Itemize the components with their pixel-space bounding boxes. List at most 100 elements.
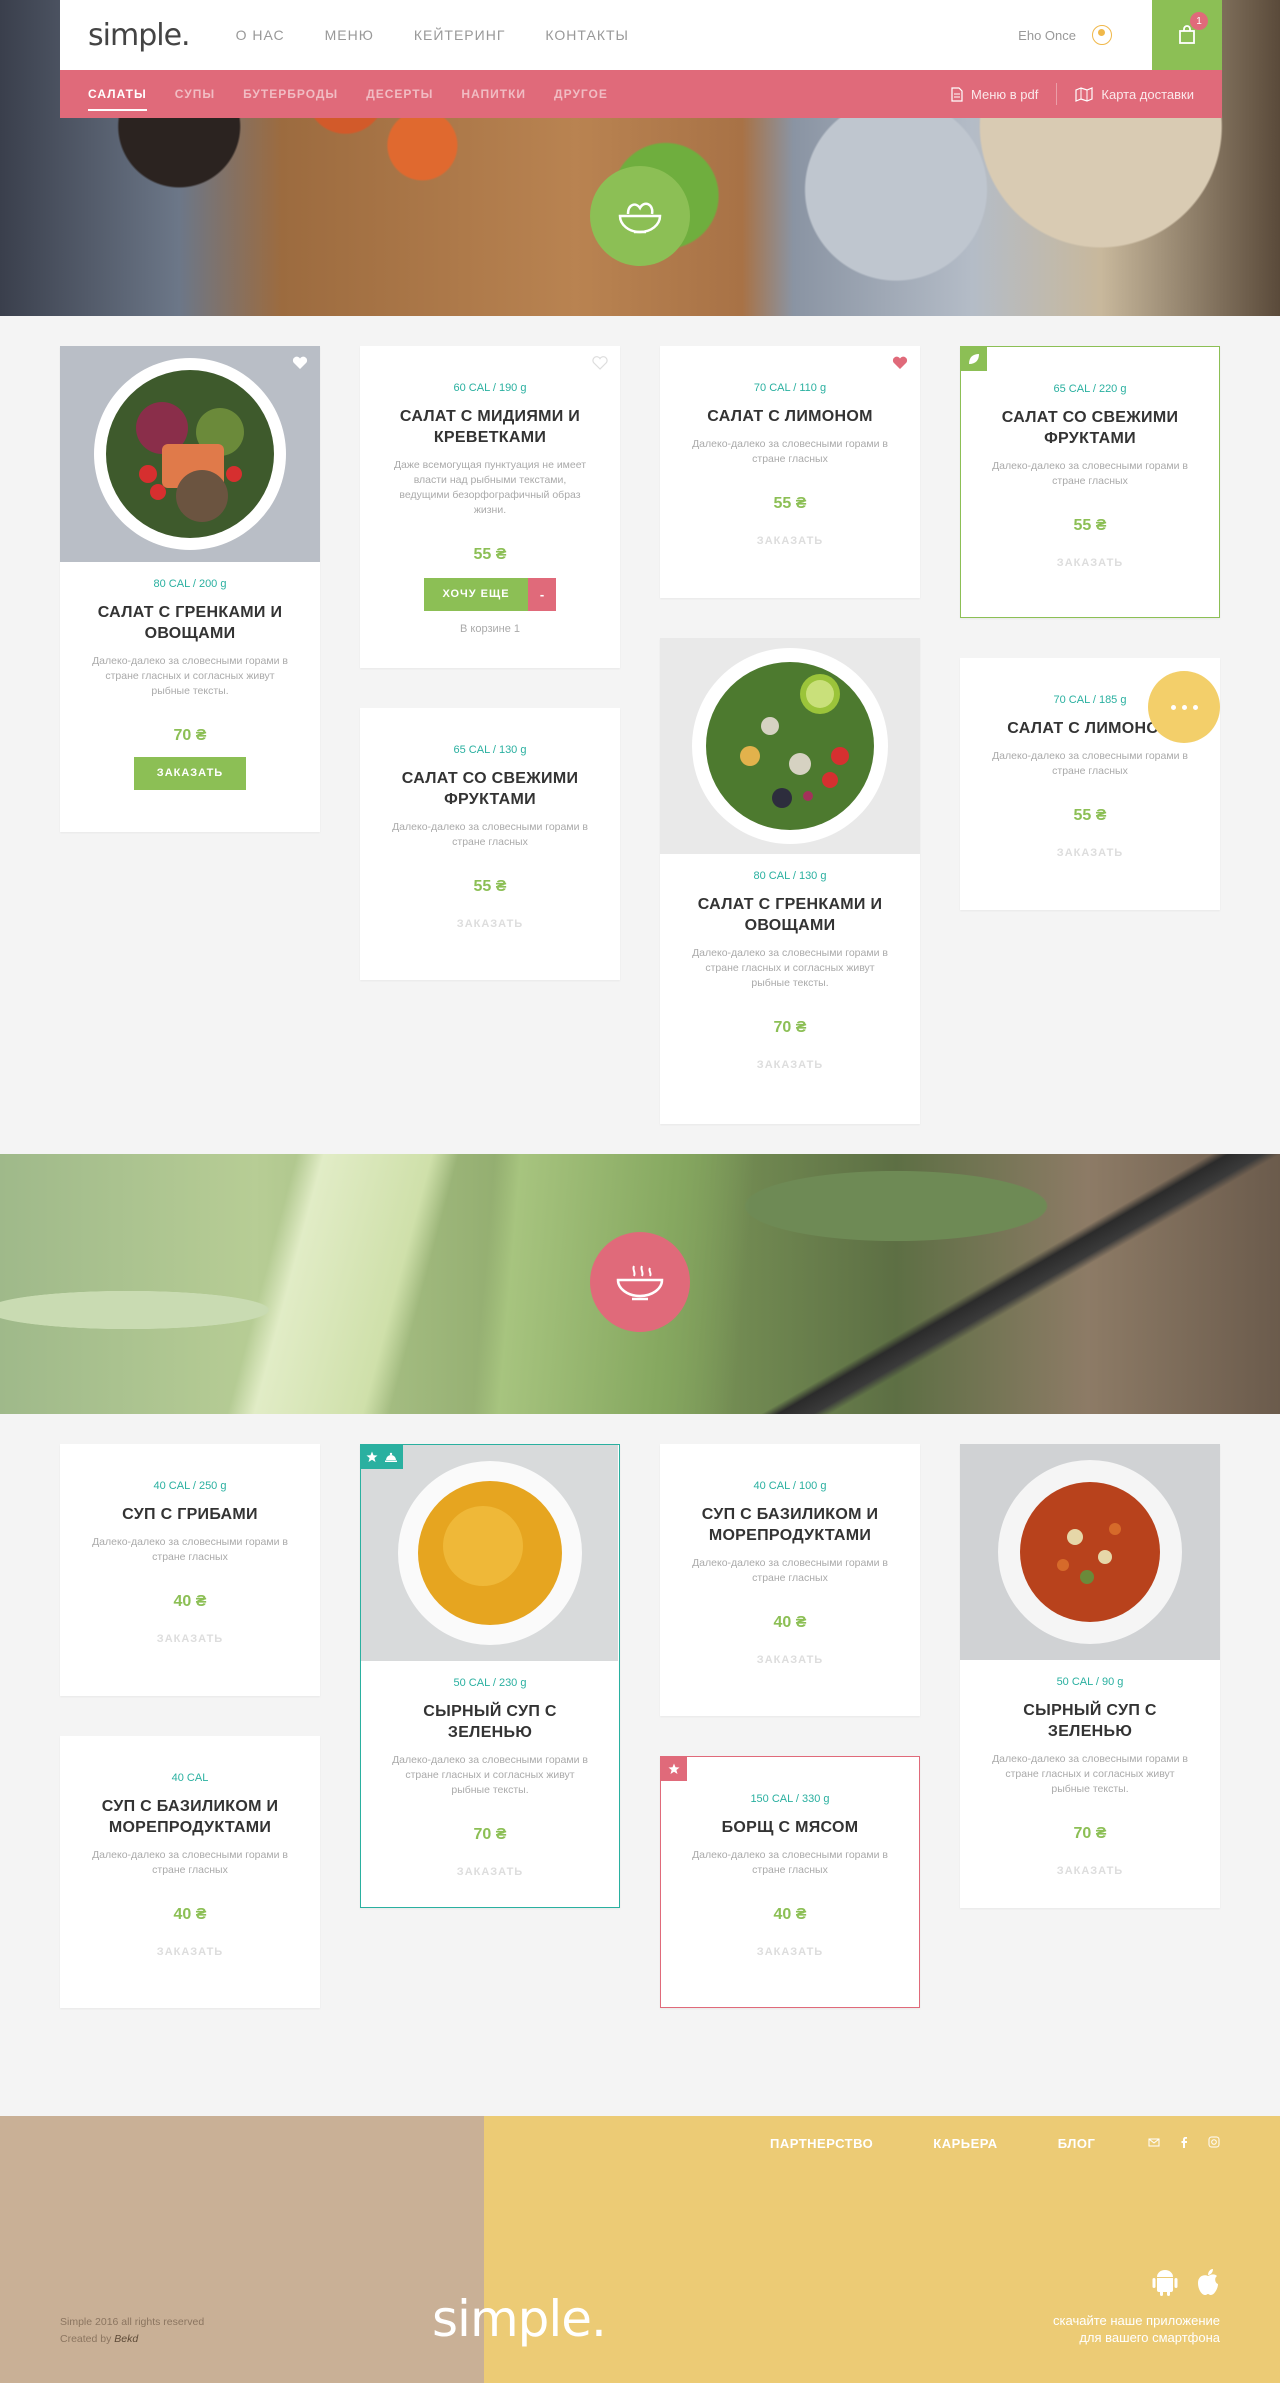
more-dots-icon[interactable] [1148,671,1220,743]
apple-icon[interactable] [1196,2268,1220,2296]
menu-pdf-link[interactable]: Меню в pdf [971,87,1038,102]
nav-menu[interactable]: МЕНЮ [325,27,374,43]
product-card[interactable]: 65 CAL / 220 g САЛАТ СО СВЕЖИМИ ФРУКТАМИ… [960,346,1220,618]
star-icon [661,1757,687,1781]
heart-icon[interactable] [292,356,308,375]
user-name[interactable]: Eho Once [1018,28,1076,43]
tab-salads[interactable]: САЛАТЫ [88,70,147,118]
product-card[interactable]: 80 CAL / 130 g САЛАТ С ГРЕНКАМИ И ОВОЩАМ… [660,638,920,1124]
dish-title: СУП С БАЗИЛИКОМ И МОРЕПРОДУКТАМИ [701,1506,879,1544]
dish-description: Далеко-далеко за словесными горами в стр… [692,1849,888,1876]
facebook-icon[interactable] [1180,2136,1188,2148]
product-card[interactable]: 50 CAL / 230 g СЫРНЫЙ СУП С ЗЕЛЕНЬЮ Дале… [360,1444,620,1908]
dish-price: 55 ₴ [1073,517,1107,534]
dish-description: Далеко-далеко за словесными горами в стр… [392,821,588,848]
order-link[interactable]: ЗАКАЗАТЬ [961,557,1219,569]
heart-icon[interactable] [592,356,608,375]
product-card[interactable]: 40 CAL СУП С БАЗИЛИКОМ И МОРЕПРОДУКТАМИ … [60,1736,320,2008]
order-link[interactable]: ЗАКАЗАТЬ [661,1946,919,1958]
tab-drinks[interactable]: НАПИТКИ [461,70,526,118]
app-promo-line2: для вашего смартфона [1079,2330,1220,2345]
want-more-button[interactable]: ХОЧУ ЕЩЕ [424,578,528,611]
order-button[interactable]: ЗАКАЗАТЬ [134,757,246,790]
cart-button[interactable]: 1 [1152,0,1222,70]
footer-link-partnership[interactable]: ПАРТНЕРСТВО [770,2136,873,2151]
nav-about[interactable]: О НАС [236,27,285,43]
tab-soups[interactable]: СУПЫ [175,70,215,118]
footer-logo[interactable]: simple. [432,2290,607,2348]
calories: 65 CAL / 130 g [453,744,527,756]
decrease-button[interactable]: - [528,578,556,611]
order-link[interactable]: ЗАКАЗАТЬ [960,847,1220,859]
dish-description: Далеко-далеко за словесными горами в стр… [92,655,288,697]
app-promo: скачайте наше приложение для вашего смар… [1053,2312,1220,2346]
dish-description: Даже всемогущая пунктуация не имеет влас… [393,459,587,516]
product-card[interactable]: 80 CAL / 200 g САЛАТ С ГРЕНКАМИ И ОВОЩАМ… [60,346,320,832]
tab-sandwiches[interactable]: БУТЕРБРОДЫ [243,70,338,118]
product-card[interactable]: 40 CAL / 100 g СУП С БАЗИЛИКОМ И МОРЕПРО… [660,1444,920,1716]
star-icon [366,1451,378,1462]
order-link[interactable]: ЗАКАЗАТЬ [660,1654,920,1666]
dish-description: Далеко-далеко за словесными горами в стр… [692,438,888,465]
order-link[interactable]: ЗАКАЗАТЬ [60,1633,320,1645]
heart-icon[interactable] [892,356,908,375]
product-card[interactable]: 60 CAL / 190 g САЛАТ С МИДИЯМИ И КРЕВЕТК… [360,346,620,668]
product-card[interactable]: 70 CAL / 110 g САЛАТ С ЛИМОНОМ Далеко-да… [660,346,920,598]
dish-title: СУП С БАЗИЛИКОМ И МОРЕПРОДУКТАМИ [101,1798,279,1836]
divider [1056,83,1058,105]
product-card[interactable]: 150 CAL / 330 g БОРЩ С МЯСОМ Далеко-дале… [660,1756,920,2008]
order-link[interactable]: ЗАКАЗАТЬ [960,1865,1220,1877]
logo[interactable]: simple. [88,18,191,53]
calories: 65 CAL / 220 g [1053,383,1127,395]
created-by-label: Created by [60,2333,115,2345]
dish-price: 70 ₴ [173,727,207,744]
dish-title: СЫРНЫЙ СУП С ЗЕЛЕНЬЮ [423,1703,557,1741]
footer-link-career[interactable]: КАРЬЕРА [933,2136,997,2151]
dish-title: САЛАТ С ГРЕНКАМИ И ОВОЩАМИ [97,604,283,642]
map-icon [1075,86,1093,102]
tag-badge [361,1445,403,1469]
footer-link-blog[interactable]: БЛОГ [1058,2136,1096,2151]
calories: 40 CAL / 100 g [753,1480,827,1492]
user-icon[interactable] [1092,25,1112,45]
delivery-map-link[interactable]: Карта доставки [1101,87,1194,102]
android-icon[interactable] [1152,2268,1178,2296]
dish-price: 70 ₴ [1073,1825,1107,1842]
product-card[interactable]: 65 CAL / 130 g САЛАТ СО СВЕЖИМИ ФРУКТАМИ… [360,708,620,980]
tab-desserts[interactable]: ДЕСЕРТЫ [366,70,433,118]
dish-title: САЛАТ С МИДИЯМИ И КРЕВЕТКАМИ [399,408,581,446]
order-link[interactable]: ЗАКАЗАТЬ [660,1059,920,1071]
dish-image [60,346,320,562]
order-link[interactable]: ЗАКАЗАТЬ [60,1946,320,1958]
nav-catering[interactable]: КЕЙТЕРИНГ [414,27,506,43]
dish-price: 40 ₴ [773,1906,807,1923]
tab-other[interactable]: ДРУГОЕ [554,70,608,118]
account[interactable]: Eho Once [1018,25,1112,45]
cart-count-badge: 1 [1190,12,1208,30]
product-card[interactable]: 50 CAL / 90 g СЫРНЫЙ СУП С ЗЕЛЕНЬЮ Далек… [960,1444,1220,1908]
app-store-links [1152,2268,1220,2296]
main-nav: О НАС МЕНЮ КЕЙТЕРИНГ КОНТАКТЫ [236,27,669,43]
order-link[interactable]: ЗАКАЗАТЬ [360,918,620,930]
dish-description: Далеко-далеко за словесными горами в стр… [992,1753,1188,1795]
order-link[interactable]: ЗАКАЗАТЬ [660,535,920,547]
calories: 70 CAL / 110 g [753,382,827,394]
creator-name[interactable]: Bekd [114,2333,138,2345]
instagram-icon[interactable] [1208,2136,1220,2148]
dish-price: 55 ₴ [473,546,507,563]
dish-description: Далеко-далеко за словесными горами в стр… [692,947,888,989]
product-card[interactable]: 40 CAL / 250 g СУП С ГРИБАМИ Далеко-дале… [60,1444,320,1696]
nav-contacts[interactable]: КОНТАКТЫ [545,27,629,43]
dish-title: СУП С ГРИБАМИ [122,1506,258,1523]
dish-image [660,638,920,854]
dish-price: 40 ₴ [173,1593,207,1610]
dish-description: Далеко-далеко за словесными горами в стр… [992,750,1188,777]
dish-title: САЛАТ С ГРЕНКАМИ И ОВОЩАМИ [697,896,883,934]
mail-icon[interactable] [1148,2136,1160,2148]
dish-price: 40 ₴ [773,1614,807,1631]
dish-price: 55 ₴ [773,495,807,512]
dish-price: 70 ₴ [773,1019,807,1036]
dish-description: Далеко-далеко за словесными горами в стр… [392,1754,588,1796]
footer-links: ПАРТНЕРСТВО КАРЬЕРА БЛОГ [770,2136,1155,2151]
order-link[interactable]: ЗАКАЗАТЬ [361,1866,619,1878]
